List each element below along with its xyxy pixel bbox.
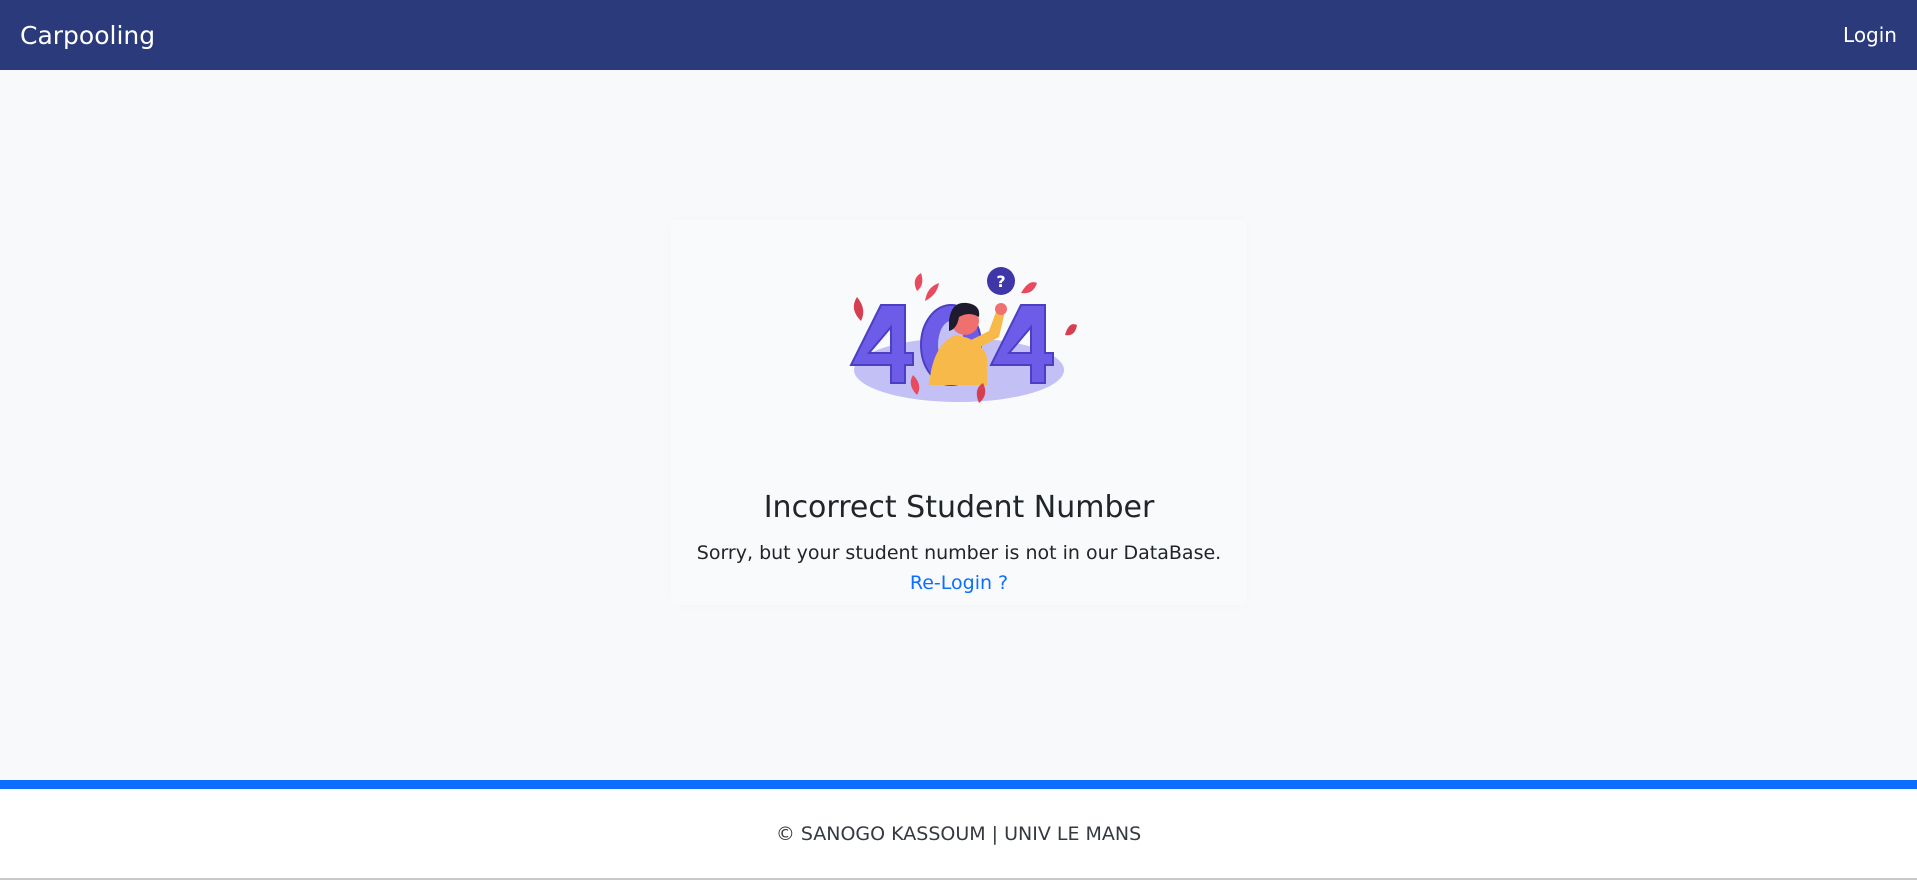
error-message: Sorry, but your student number is not in… xyxy=(696,538,1222,598)
footer-copyright: © SANOGO KASSOUM | UNIV LE MANS xyxy=(775,822,1142,845)
login-link[interactable]: Login xyxy=(1843,23,1897,47)
relogin-link[interactable]: Re-Login ? xyxy=(910,572,1008,594)
404-illustration-icon: ? xyxy=(849,267,1077,403)
footer-accent-bar xyxy=(0,780,1917,789)
main-content: ? Incorrect Student Number Sorry, but yo… xyxy=(0,70,1917,780)
top-navbar: Carpooling Login xyxy=(0,0,1917,70)
footer: © SANOGO KASSOUM | UNIV LE MANS xyxy=(0,789,1917,880)
error-message-text: Sorry, but your student number is not in… xyxy=(696,542,1222,564)
error-card: ? Incorrect Student Number Sorry, but yo… xyxy=(671,220,1247,605)
brand-link[interactable]: Carpooling xyxy=(20,21,155,50)
svg-text:?: ? xyxy=(996,272,1005,291)
error-title: Incorrect Student Number xyxy=(763,490,1155,525)
